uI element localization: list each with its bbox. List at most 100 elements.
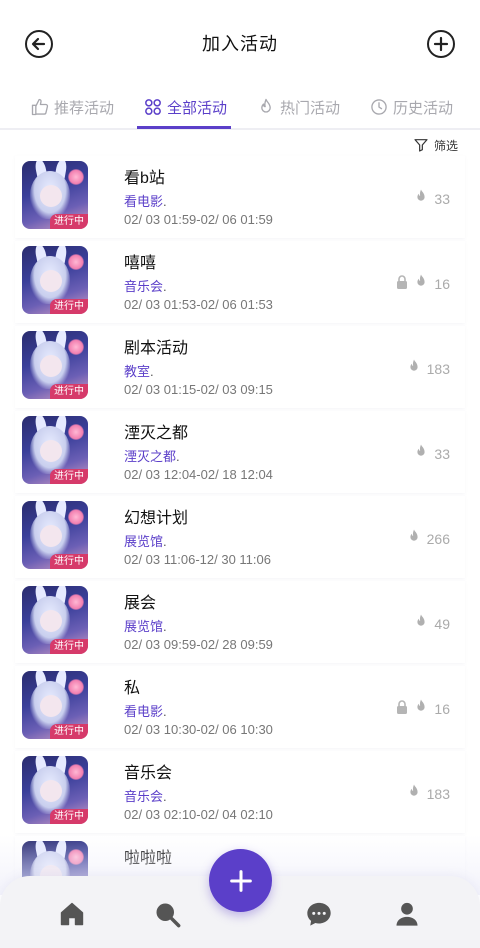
- activity-type-label: 湮灭之都: [124, 449, 177, 464]
- grid-icon: [145, 99, 161, 115]
- status-badge: 进行中: [50, 639, 88, 654]
- status-badge: 进行中: [50, 469, 88, 484]
- lock-icon: [396, 700, 408, 717]
- profile-icon[interactable]: [393, 900, 421, 928]
- activity-type-dot: .: [176, 449, 180, 464]
- activity-type-dot: .: [150, 364, 154, 379]
- tab-label: 全部活动: [167, 99, 228, 117]
- status-badge: 进行中: [50, 299, 88, 314]
- filter-label: 筛选: [433, 138, 458, 153]
- activity-type-label: 教室: [124, 364, 151, 379]
- filter-button[interactable]: 筛选: [413, 136, 458, 154]
- activity-time: 02/ 03 01:59-02/ 06 01:59: [124, 212, 273, 227]
- status-badge: 进行中: [50, 384, 88, 399]
- activity-type-label: 展览馆: [124, 534, 164, 549]
- heat-count: 33: [434, 190, 450, 207]
- activity-thumbnail: 进行中: [22, 416, 88, 484]
- activity-thumbnail: 进行中: [22, 246, 88, 314]
- activity-thumbnail: 进行中: [22, 331, 88, 399]
- status-badge: 进行中: [50, 809, 88, 824]
- activity-type-dot: .: [163, 534, 167, 549]
- activity-meta: 16: [396, 274, 450, 293]
- heat-count: 183: [426, 360, 450, 377]
- list-item[interactable]: 进行中 嘻嘻 音乐会. 02/ 03 01:53-02/ 06 01:53 16: [15, 241, 465, 323]
- flame-icon: [414, 614, 428, 633]
- filter-icon: [414, 139, 428, 152]
- activity-meta: 33: [414, 189, 450, 208]
- activity-time: 02/ 03 01:15-02/ 03 09:15: [124, 382, 273, 397]
- flame-icon: [414, 274, 428, 293]
- activity-type-label: 看电影: [124, 194, 164, 209]
- search-icon[interactable]: [153, 900, 181, 928]
- heat-count: 266: [426, 530, 450, 547]
- activity-meta: 49: [414, 614, 450, 633]
- heat-count: 183: [426, 785, 450, 802]
- activity-meta: 183: [407, 359, 450, 378]
- create-activity-button[interactable]: [209, 849, 272, 912]
- activity-type: 音乐会.: [124, 276, 167, 295]
- page-title: 加入活动: [202, 34, 278, 54]
- flame-icon: [414, 699, 428, 718]
- heat-count: 33: [434, 445, 450, 462]
- tab-hot[interactable]: 热门活动: [256, 86, 340, 128]
- activity-title: 幻想计划: [124, 510, 189, 527]
- status-badge: 进行中: [50, 214, 88, 229]
- tab-recommended[interactable]: 推荐活动: [30, 86, 114, 128]
- list-item[interactable]: 进行中 湮灭之都 湮灭之都. 02/ 03 12:04-02/ 18 12:04 33: [15, 411, 465, 493]
- active-tab-indicator: [137, 126, 231, 129]
- activity-type-label: 音乐会: [124, 279, 164, 294]
- plus-icon: [229, 869, 252, 892]
- tab-history[interactable]: 历史活动: [369, 86, 453, 128]
- activity-meta: 266: [407, 529, 450, 548]
- activity-time: 02/ 03 12:04-02/ 18 12:04: [124, 467, 273, 482]
- activity-thumbnail: 进行中: [22, 756, 88, 824]
- activity-time: 02/ 03 10:30-02/ 06 10:30: [124, 722, 273, 737]
- activity-type: 看电影.: [124, 701, 167, 720]
- activity-type: 音乐会.: [124, 786, 167, 805]
- activity-type: 湮灭之都.: [124, 446, 180, 465]
- list-item[interactable]: 进行中 音乐会 音乐会. 02/ 03 02:10-02/ 04 02:10 183: [15, 751, 465, 833]
- list-item[interactable]: 进行中 剧本活动教室. 02/ 03 01:15-02/ 03 09:15 183: [15, 326, 465, 408]
- status-badge: 进行中: [50, 554, 88, 569]
- activity-thumbnail: 进行中: [22, 586, 88, 654]
- list-item[interactable]: 进行中 幻想计划展览馆. 02/ 03 11:06-12/ 30 11:06 266: [15, 496, 465, 578]
- activity-type-dot: .: [163, 194, 167, 209]
- activity-meta: 16: [396, 699, 450, 718]
- activity-title: 私: [124, 680, 141, 697]
- activity-time: 02/ 03 01:53-02/ 06 01:53: [124, 297, 273, 312]
- activity-meta: 33: [414, 444, 450, 463]
- activity-type: 教室.: [124, 361, 154, 380]
- list-item[interactable]: 进行中 私看电影. 02/ 03 10:30-02/ 06 10:30 16: [15, 666, 465, 748]
- activity-type-dot: .: [163, 704, 167, 719]
- activity-type: 看电影.: [124, 191, 167, 210]
- activity-type-dot: .: [163, 789, 167, 804]
- list-item[interactable]: 进行中 展会 展览馆. 02/ 03 09:59-02/ 28 09:59 49: [15, 581, 465, 663]
- flame-icon: [414, 444, 428, 463]
- activity-time: 02/ 03 11:06-12/ 30 11:06: [124, 552, 271, 567]
- activity-type-label: 音乐会: [124, 789, 164, 804]
- tab-all[interactable]: 全部活动: [143, 86, 227, 128]
- heat-count: 16: [434, 275, 450, 292]
- tab-bar: 推荐活动 全部活动 热门活动 历史活动: [0, 86, 480, 130]
- activity-title: 音乐会: [124, 765, 173, 782]
- flame-icon: [407, 359, 421, 378]
- thumb-up-icon: [31, 98, 49, 116]
- activity-type: 展览馆.: [124, 616, 167, 635]
- add-activity-button[interactable]: [427, 30, 455, 58]
- tab-label: 热门活动: [280, 99, 341, 117]
- lock-icon: [396, 275, 408, 292]
- chat-icon[interactable]: [305, 900, 333, 928]
- activity-type-label: 展览馆: [124, 619, 164, 634]
- activity-title: 剧本活动: [124, 340, 189, 357]
- activity-type-label: 看电影: [124, 704, 164, 719]
- home-icon[interactable]: [58, 900, 86, 928]
- activity-thumbnail: 进行中: [22, 671, 88, 739]
- activity-thumbnail: 进行中: [22, 161, 88, 229]
- heat-count: 16: [434, 700, 450, 717]
- list-item[interactable]: 进行中 看b站 看电影. 02/ 03 01:59-02/ 06 01:59 33: [15, 156, 465, 238]
- activity-meta: 183: [407, 784, 450, 803]
- activity-type-dot: .: [163, 619, 167, 634]
- activity-time: 02/ 03 09:59-02/ 28 09:59: [124, 637, 273, 652]
- tab-label: 历史活动: [393, 99, 454, 117]
- tab-label: 推荐活动: [54, 99, 115, 117]
